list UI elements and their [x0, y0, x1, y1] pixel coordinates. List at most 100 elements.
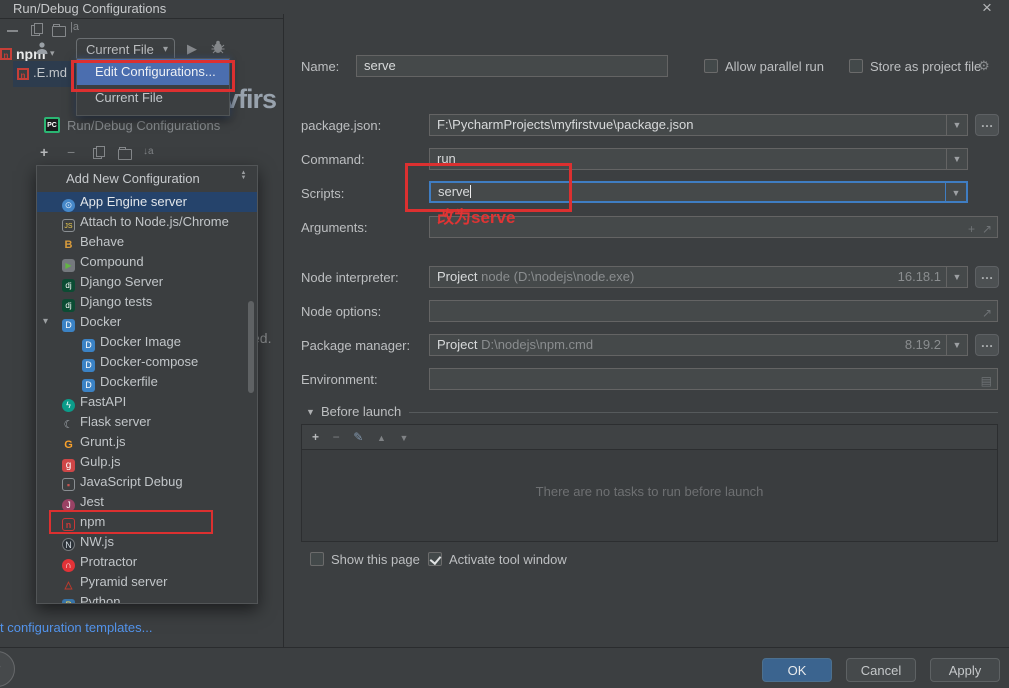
- run-icon[interactable]: ▶: [187, 41, 197, 57]
- store-as-project-file-checkbox[interactable]: [849, 59, 863, 73]
- config-type-label: Grunt.js: [80, 434, 126, 449]
- gear-icon[interactable]: ⚙: [978, 58, 990, 74]
- config-type-item[interactable]: P Python: [37, 592, 257, 603]
- config-type-item[interactable]: ▾ D Docker: [37, 312, 257, 332]
- config-type-item[interactable]: dj Django Server: [37, 272, 257, 292]
- config-type-item[interactable]: ϟ FastAPI: [37, 392, 257, 412]
- remove-configuration-icon[interactable]: −: [67, 144, 75, 160]
- add-new-configuration-popup: Add New Configuration ▲ ▼ ⊙ App Engine ser…: [36, 165, 258, 604]
- run-menu-item[interactable]: Edit Configurations...: [77, 59, 229, 85]
- flask-server-icon: ☾: [63, 419, 74, 431]
- config-type-item[interactable]: JS Attach to Node.js/Chrome: [37, 212, 257, 232]
- add-configuration-icon[interactable]: +: [40, 144, 48, 160]
- config-type-item[interactable]: D Docker-compose: [37, 352, 257, 372]
- add-task-icon[interactable]: +: [312, 430, 319, 444]
- node-interpreter-browse-button[interactable]: …: [975, 266, 999, 288]
- config-type-item[interactable]: J Jest: [37, 492, 257, 512]
- config-type-label: Compound: [80, 254, 144, 269]
- config-type-item[interactable]: D Docker Image: [37, 332, 257, 352]
- allow-parallel-run-checkbox[interactable]: [704, 59, 718, 73]
- config-type-item[interactable]: G Grunt.js: [37, 432, 257, 452]
- allow-parallel-run-label: Allow parallel run: [725, 59, 824, 74]
- edit-task-icon[interactable]: ✎: [353, 430, 363, 444]
- node-interpreter-combo[interactable]: Project node (D:\nodejs\node.exe) 16.18.…: [429, 266, 968, 288]
- config-type-item[interactable]: g Gulp.js: [37, 452, 257, 472]
- django-server-icon: dj: [62, 279, 75, 292]
- popup-header: Add New Configuration ▲ ▼: [37, 166, 257, 192]
- config-type-label: Pyramid server: [80, 574, 168, 589]
- edit-templates-link[interactable]: t configuration templates...: [0, 620, 152, 635]
- scripts-value: serve: [438, 184, 470, 199]
- npm-icon: n: [62, 518, 75, 531]
- debug-bug-icon[interactable]: [211, 40, 225, 58]
- arguments-input[interactable]: + ↗: [429, 216, 998, 238]
- package-json-browse-button[interactable]: …: [975, 114, 999, 136]
- user-profile-icon[interactable]: ▾: [35, 41, 55, 59]
- browse-list-icon[interactable]: ▤: [981, 371, 992, 391]
- pycharm-icon: PC: [44, 117, 60, 133]
- chevron-down-icon[interactable]: ▼: [946, 115, 967, 135]
- background-project-text: vfirs: [224, 84, 277, 114]
- help-button[interactable]: ?: [0, 651, 15, 687]
- cancel-button[interactable]: Cancel: [846, 658, 916, 682]
- move-down-icon[interactable]: ▼: [400, 433, 409, 443]
- config-type-item[interactable]: B Behave: [37, 232, 257, 252]
- config-type-item[interactable]: ▪ JavaScript Debug: [37, 472, 257, 492]
- python-icon: P: [62, 599, 75, 603]
- scripts-combo[interactable]: serve ▼: [429, 181, 968, 203]
- run-menu-item[interactable]: Current File: [77, 85, 229, 111]
- node-options-input[interactable]: ↗: [429, 300, 998, 322]
- chevron-down-icon[interactable]: ▼: [946, 335, 967, 355]
- grunt-js-icon: G: [64, 439, 73, 451]
- copy-configuration-icon[interactable]: [93, 146, 105, 159]
- config-type-label: Protractor: [80, 554, 138, 569]
- expand-icon[interactable]: ↗: [982, 303, 992, 323]
- run-debug-configurations-dialog: Run/Debug Configurations × |a n npm n .E…: [0, 0, 1009, 688]
- expand-icon[interactable]: ↗: [982, 219, 992, 239]
- config-type-item[interactable]: ∩ Protractor: [37, 552, 257, 572]
- chevron-down-icon[interactable]: ▾: [43, 312, 48, 332]
- config-type-item[interactable]: △ Pyramid server: [37, 572, 257, 592]
- ok-button[interactable]: OK: [762, 658, 832, 682]
- collapse-icon[interactable]: ▲ ▼: [238, 170, 249, 181]
- move-up-icon[interactable]: ▲: [377, 433, 386, 443]
- new-folder-icon[interactable]: [118, 147, 132, 160]
- config-type-item[interactable]: ▶ Compound: [37, 252, 257, 272]
- collapse-triangle-icon[interactable]: ▼: [306, 407, 315, 417]
- package-manager-combo[interactable]: Project D:\nodejs\npm.cmd 8.19.2 ▼: [429, 334, 968, 356]
- activate-tool-window-checkbox[interactable]: [428, 552, 442, 566]
- show-this-page-checkbox[interactable]: [310, 552, 324, 566]
- gulp-js-icon: g: [62, 459, 75, 472]
- config-type-item[interactable]: n npm: [37, 510, 257, 534]
- remove-task-icon[interactable]: −: [333, 430, 340, 444]
- npm-icon: n: [0, 48, 12, 60]
- command-combo[interactable]: run ▼: [429, 148, 968, 170]
- dialog-header-label: Run/Debug Configurations: [67, 118, 221, 133]
- node-interpreter-version: 16.18.1: [897, 269, 941, 284]
- activate-tool-window-label: Activate tool window: [449, 552, 567, 567]
- apply-button[interactable]: Apply: [930, 658, 1000, 682]
- config-type-item[interactable]: dj Django tests: [37, 292, 257, 312]
- add-icon[interactable]: +: [968, 219, 975, 239]
- scrollbar-thumb[interactable]: [248, 301, 254, 393]
- package-manager-prefix: Project: [437, 337, 478, 352]
- chevron-down-icon[interactable]: ▼: [946, 149, 967, 169]
- environment-input[interactable]: ▤: [429, 368, 998, 390]
- section-divider: [409, 412, 998, 413]
- sort-configurations-icon[interactable]: ↓a: [143, 146, 154, 157]
- config-type-label: FastAPI: [80, 394, 127, 409]
- chevron-down-icon[interactable]: ▼: [945, 183, 966, 201]
- file-tab-label: .E.md: [33, 65, 67, 80]
- command-label: Command:: [301, 152, 365, 167]
- config-type-item[interactable]: ☾ Flask server: [37, 412, 257, 432]
- package-json-combo[interactable]: F:\PycharmProjects\myfirstvue\package.js…: [429, 114, 968, 136]
- package-manager-browse-button[interactable]: …: [975, 334, 999, 356]
- config-type-item[interactable]: ⊙ App Engine server: [37, 192, 257, 212]
- arguments-label: Arguments:: [301, 220, 368, 235]
- run-configuration-dropdown: Edit Configurations... Current File: [76, 58, 230, 116]
- config-type-item[interactable]: N NW.js: [37, 532, 257, 552]
- name-input[interactable]: serve: [356, 55, 668, 77]
- compound-icon: ▶: [62, 259, 75, 272]
- chevron-down-icon[interactable]: ▼: [946, 267, 967, 287]
- config-type-item[interactable]: D Dockerfile: [37, 372, 257, 392]
